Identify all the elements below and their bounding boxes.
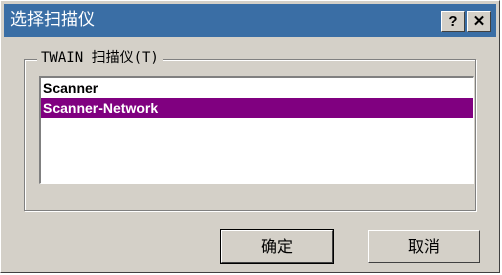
scanner-list[interactable]: Scanner Scanner-Network [39,76,474,184]
cancel-button[interactable]: 取消 [368,230,480,263]
close-icon: ✕ [472,13,486,30]
groupbox-label: TWAIN 扫描仪(T) [37,49,163,67]
select-scanner-dialog: 选择扫描仪 ? ✕ TWAIN 扫描仪(T) Scanner Scanner-N… [0,0,500,273]
close-button[interactable]: ✕ [467,11,491,32]
ok-button[interactable]: 确定 [220,229,334,264]
help-button[interactable]: ? [441,11,465,32]
question-mark-icon: ? [448,13,458,30]
list-item-scanner[interactable]: Scanner [41,78,473,98]
list-item-scanner-network[interactable]: Scanner-Network [41,98,473,118]
dialog-title: 选择扫描仪 [10,10,95,30]
title-bar[interactable]: 选择扫描仪 ? ✕ [4,4,496,37]
